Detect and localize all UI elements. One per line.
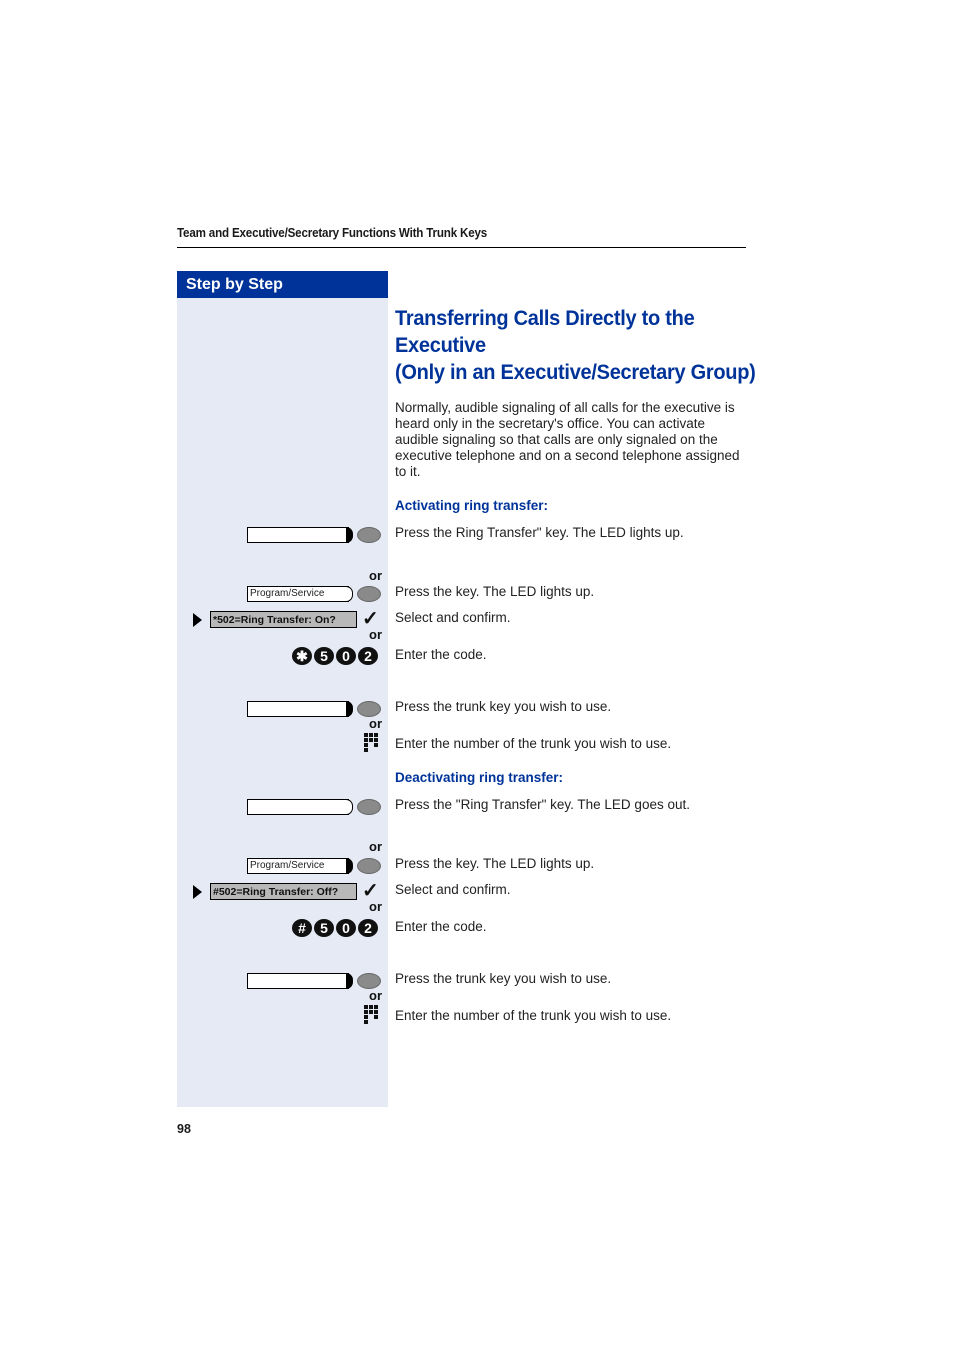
digit-2-key-icon[interactable]: 2 bbox=[358, 647, 378, 665]
program-service-key[interactable]: Program/Service bbox=[247, 857, 382, 876]
digit-2-key-icon[interactable]: 2 bbox=[358, 919, 378, 937]
scroll-arrow-icon[interactable] bbox=[193, 885, 202, 899]
activating-heading: Activating ring transfer: bbox=[395, 498, 549, 513]
step-text: Enter the number of the trunk you wish t… bbox=[395, 736, 672, 751]
key-button-icon bbox=[357, 858, 381, 874]
key-button-icon bbox=[357, 799, 381, 815]
digit-5-key-icon[interactable]: 5 bbox=[314, 647, 334, 665]
program-service-key[interactable]: Program/Service bbox=[247, 585, 382, 604]
ring-transfer-key[interactable] bbox=[247, 798, 382, 817]
title-line: Transferring Calls Directly to the bbox=[395, 306, 695, 330]
header-rule bbox=[177, 247, 746, 248]
or-label: or bbox=[369, 568, 382, 583]
step-text: Select and confirm. bbox=[395, 610, 511, 625]
digit-0-key-icon[interactable]: 0 bbox=[336, 919, 356, 937]
intro-paragraph: Normally, audible signaling of all calls… bbox=[395, 400, 740, 479]
step-text: Enter the code. bbox=[395, 647, 487, 662]
key-label: Program/Service bbox=[247, 586, 349, 602]
step-text: Press the trunk key you wish to use. bbox=[395, 699, 612, 714]
page-title: Transferring Calls Directly to the Execu… bbox=[395, 305, 756, 386]
display-option[interactable]: #502=Ring Transfer: Off? bbox=[210, 883, 357, 900]
led-on-icon bbox=[346, 701, 353, 717]
step-text: Press the key. The LED lights up. bbox=[395, 856, 595, 871]
key-label bbox=[247, 527, 349, 543]
key-button-icon bbox=[357, 586, 381, 602]
digit-0-key-icon[interactable]: 0 bbox=[336, 647, 356, 665]
step-by-step-heading: Step by Step bbox=[177, 271, 388, 298]
key-button-icon bbox=[357, 527, 381, 543]
confirm-check-icon[interactable]: ✓ bbox=[362, 609, 379, 629]
led-off-icon bbox=[346, 586, 353, 602]
hash-key-icon[interactable]: # bbox=[292, 919, 312, 937]
star-key-icon[interactable]: ✱ bbox=[292, 647, 312, 665]
step-text: Select and confirm. bbox=[395, 882, 511, 897]
trunk-key[interactable] bbox=[247, 972, 382, 991]
ring-transfer-key[interactable] bbox=[247, 526, 382, 545]
running-header: Team and Executive/Secretary Functions W… bbox=[177, 226, 488, 240]
key-button-icon bbox=[357, 701, 381, 717]
step-text: Press the Ring Transfer" key. The LED li… bbox=[395, 525, 684, 540]
or-label: or bbox=[369, 839, 382, 854]
scroll-arrow-icon[interactable] bbox=[193, 613, 202, 627]
title-line: Executive bbox=[395, 333, 486, 357]
title-line: (Only in an Executive/Secretary Group) bbox=[395, 360, 756, 384]
page-number: 98 bbox=[177, 1122, 191, 1136]
deactivating-heading: Deactivating ring transfer: bbox=[395, 770, 564, 785]
display-option[interactable]: *502=Ring Transfer: On? bbox=[210, 611, 357, 628]
step-text: Enter the code. bbox=[395, 919, 487, 934]
code-keys: ✱ 5 0 2 bbox=[292, 647, 378, 665]
key-button-icon bbox=[357, 973, 381, 989]
or-label: or bbox=[369, 627, 382, 642]
key-label bbox=[247, 799, 349, 815]
step-text: Press the "Ring Transfer" key. The LED g… bbox=[395, 797, 690, 812]
or-label: or bbox=[369, 988, 382, 1003]
led-off-icon bbox=[346, 799, 353, 815]
code-keys: # 5 0 2 bbox=[292, 919, 378, 937]
or-label: or bbox=[369, 716, 382, 731]
trunk-key[interactable] bbox=[247, 700, 382, 719]
step-text: Press the key. The LED lights up. bbox=[395, 584, 595, 599]
led-on-icon bbox=[346, 973, 353, 989]
led-on-icon bbox=[346, 858, 353, 874]
key-label bbox=[247, 973, 349, 989]
keypad-icon bbox=[364, 1005, 382, 1027]
step-text: Press the trunk key you wish to use. bbox=[395, 971, 612, 986]
digit-5-key-icon[interactable]: 5 bbox=[314, 919, 334, 937]
led-on-icon bbox=[346, 527, 353, 543]
key-label bbox=[247, 701, 349, 717]
confirm-check-icon[interactable]: ✓ bbox=[362, 881, 379, 901]
key-label: Program/Service bbox=[247, 858, 349, 874]
or-label: or bbox=[369, 899, 382, 914]
step-text: Enter the number of the trunk you wish t… bbox=[395, 1008, 672, 1023]
keypad-icon bbox=[364, 733, 382, 755]
